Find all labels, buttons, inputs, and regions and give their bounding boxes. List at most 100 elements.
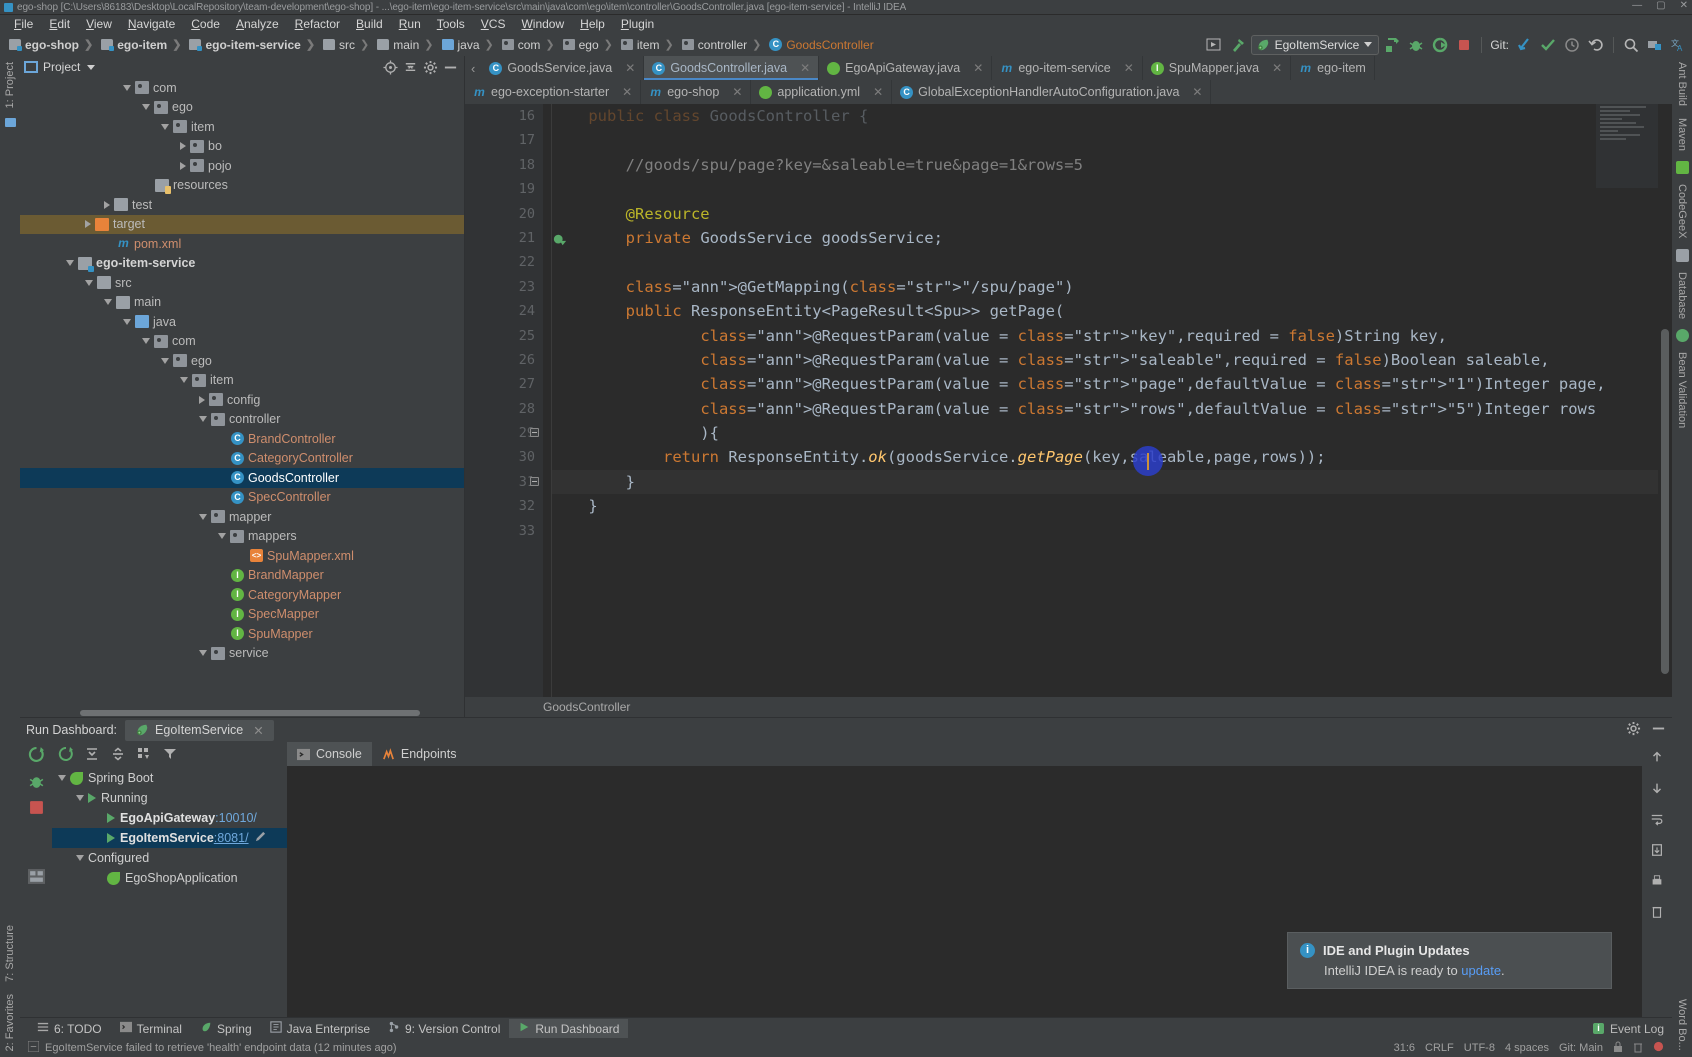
chevron-down-icon[interactable] [1364,42,1373,47]
line-number-33[interactable]: 33 [465,519,543,543]
project-tree[interactable]: com ego item bo pojo resources test target m pom.… [20,78,464,709]
chevron-down-icon[interactable] [142,338,150,345]
minimize-button[interactable]: — [1632,0,1642,11]
tree-node-item[interactable]: item [20,371,464,391]
code-editor[interactable]: 16 17 18 19 20 21 22 23 24 25 26 27 28 29 30 31 32 33 pub… [465,104,1672,697]
console-right-toolbar[interactable] [1642,742,1672,1017]
notification-dot-icon[interactable] [1653,1041,1664,1055]
sidebar-item-database[interactable]: Database [1676,266,1688,325]
tool-window-button-spring[interactable]: Spring [191,1019,261,1038]
breadcrumb-item-src[interactable]: src ❯ [320,38,374,52]
breadcrumb-item-java[interactable]: java ❯ [439,38,499,52]
chevron-right-icon[interactable] [180,161,186,170]
tree-node-java[interactable]: java [20,312,464,332]
hide-icon[interactable] [440,58,460,76]
menu-item-window[interactable]: Window [513,17,572,31]
chevron-down-icon[interactable] [76,855,84,861]
breadcrumb-item-ego[interactable]: ego ❯ [560,38,618,52]
editor-tab-ego-item[interactable]: m ego-item [1291,56,1375,80]
chevron-right-icon[interactable] [104,200,110,209]
expand-all-icon[interactable] [84,746,100,765]
run-configuration-selector[interactable]: EgoItemService [1250,34,1380,55]
git-branch[interactable]: Git: Main [1559,1042,1603,1054]
chevron-right-icon[interactable] [85,220,91,229]
chevron-down-icon[interactable] [104,299,112,306]
line-number-17[interactable]: 17 [465,128,543,152]
tool-window-button-9-version-control[interactable]: 9: Version Control [379,1019,509,1038]
close-button[interactable]: ✕ [1680,0,1688,11]
sidebar-item-maven[interactable]: Maven [1676,112,1688,157]
menu-item-run[interactable]: Run [391,17,429,31]
bean-validation-icon[interactable] [1675,328,1689,342]
close-icon[interactable]: ✕ [253,723,263,738]
event-log-button[interactable]: i Event Log [1592,1022,1664,1036]
notification-popup[interactable]: i IDE and Plugin Updates IntelliJ IDEA i… [1287,932,1612,989]
chevron-down-icon[interactable] [85,279,93,286]
close-icon[interactable]: ✕ [1272,61,1282,75]
code-fold-toggle[interactable] [530,476,539,486]
dashboard-icon[interactable] [27,869,45,887]
tree-node-controller[interactable]: controller [20,410,464,430]
console-tab-console[interactable]: Console [287,742,372,766]
settings-gear-icon[interactable] [420,58,440,76]
translate-icon[interactable]: 文A [1668,34,1690,55]
tree-node-com[interactable]: com [20,332,464,352]
breadcrumb[interactable]: ego-shop ❯ ego-item ❯ ego-item-service ❯ src ❯ m… [6,38,877,52]
tool-window-button-java-enterprise[interactable]: Java Enterprise [261,1019,379,1038]
tree-node-test[interactable]: test [20,195,464,215]
tool-window-bar[interactable]: 6: TODO Terminal Spring Java Enterprise 9: V… [20,1017,1672,1039]
chevron-down-icon[interactable] [142,104,150,111]
menu-item-edit[interactable]: Edit [41,17,78,31]
caret-position[interactable]: 31:6 [1394,1042,1415,1054]
git-commit-icon[interactable] [1537,34,1559,55]
line-number-gutter[interactable]: 16 17 18 19 20 21 22 23 24 25 26 27 28 29 30 31 32 33 [465,104,567,697]
database-icon[interactable] [1675,248,1689,262]
editor-tab-egoapigateway-java[interactable]: EgoApiGateway.java ✕ [819,56,993,80]
status-right[interactable]: 31:6 CRLF UTF-8 4 spaces Git: Main [1394,1041,1664,1056]
filter-icon[interactable] [162,746,178,765]
line-number-24[interactable]: 24 [465,299,543,323]
menu-item-tools[interactable]: Tools [429,17,473,31]
maximize-button[interactable]: ▢ [1656,0,1665,11]
stop-icon[interactable] [1453,34,1475,55]
git-update-icon[interactable] [1513,34,1535,55]
run-node-egoshopapplication[interactable]: EgoShopApplication [52,868,287,888]
editor-tab-ego-shop[interactable]: m ego-shop ✕ [641,80,752,104]
editor-tab-row-2[interactable]: m ego-exception-starter ✕ m ego-shop ✕ applica… [465,80,1672,104]
editor-tab-row-1[interactable]: ‹ C GoodsService.java ✕ C GoodsController.jav… [465,56,1672,80]
chevron-right-icon[interactable] [199,395,205,404]
editor-vertical-scrollbar[interactable] [1658,104,1672,697]
tree-node-specmapper[interactable]: I SpecMapper [20,605,464,625]
tree-node-bo[interactable]: bo [20,137,464,157]
run-node-egoapigateway[interactable]: EgoApiGateway:10010/ [52,808,287,828]
run-coverage-icon[interactable] [1429,34,1451,55]
line-number-19[interactable]: 19 [465,177,543,201]
chevron-down-icon[interactable] [161,357,169,364]
chevron-down-icon[interactable] [218,533,226,540]
locate-icon[interactable] [380,58,400,76]
run-node-running[interactable]: Running [52,788,287,808]
export-icon[interactable] [1650,843,1664,860]
project-structure-icon[interactable] [1644,34,1666,55]
collapse-all-icon[interactable] [400,58,420,76]
breadcrumb-item-main[interactable]: main ❯ [374,38,438,52]
print-icon[interactable] [1650,874,1664,891]
menu-item-navigate[interactable]: Navigate [120,17,183,31]
editor-tab-spumapper-java[interactable]: I SpuMapper.java ✕ [1143,56,1292,80]
tree-node-brandmapper[interactable]: I BrandMapper [20,566,464,586]
tree-node-speccontroller[interactable]: C SpecController [20,488,464,508]
editor-tab-globalexceptionhandlerautoconfiguration-java[interactable]: C GlobalExceptionHandlerAutoConfiguration… [892,80,1212,104]
tree-node-config[interactable]: config [20,390,464,410]
breadcrumb-item-item[interactable]: item ❯ [618,38,679,52]
line-number-32[interactable]: 32 [465,494,543,518]
tool-window-button-run-dashboard[interactable]: Run Dashboard [509,1019,629,1038]
line-number-21[interactable]: 21 [465,226,567,250]
sidebar-item-word-book[interactable]: Word Bo... [1676,993,1688,1057]
tree-node-pom-xml[interactable]: m pom.xml [20,234,464,254]
tree-node-item[interactable]: item [20,117,464,137]
editor-tab-ego-item-service[interactable]: m ego-item-service ✕ [992,56,1143,80]
sidebar-item-codegeex[interactable]: CodeGeeX [1676,178,1688,244]
sidebar-item-structure[interactable]: 7: Structure [4,919,16,988]
preview-icon[interactable] [1203,34,1225,55]
run-node-egoitemservice[interactable]: EgoItemService:8081/ [52,828,287,848]
